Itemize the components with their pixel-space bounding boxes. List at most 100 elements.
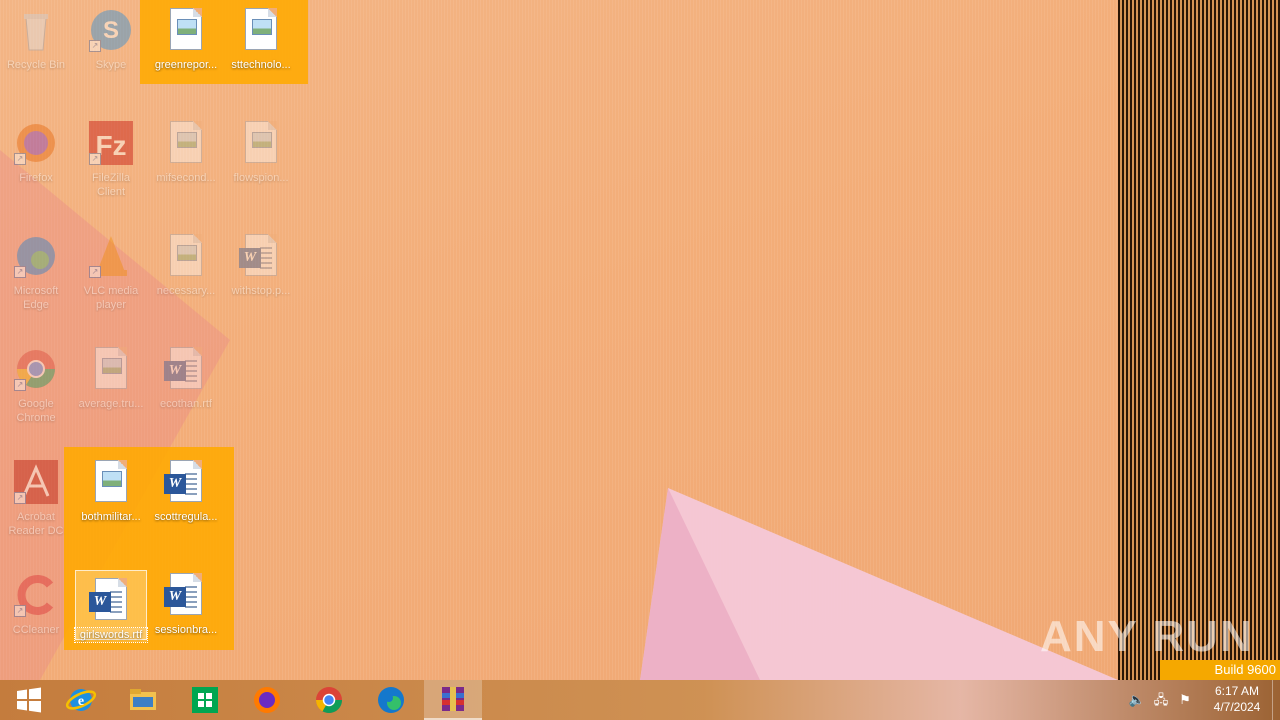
acrobat-icon: ↗: [12, 458, 60, 506]
shortcut-arrow-icon: ↗: [14, 153, 26, 165]
desktop-icon-label: mifsecond...: [156, 172, 216, 184]
desktop-icon-label: Recycle Bin: [6, 59, 66, 71]
image-file-icon: [87, 345, 135, 393]
shortcut-arrow-icon: ↗: [14, 605, 26, 617]
edge-icon: [378, 687, 404, 713]
taskbar-edge[interactable]: [362, 680, 420, 720]
desktop-icon-withstop[interactable]: W withstop.p...: [225, 226, 297, 330]
desktop-icon-skype[interactable]: S ↗ Skype: [75, 0, 147, 104]
firefox-icon: [254, 687, 280, 713]
taskbar-store[interactable]: [176, 680, 234, 720]
taskbar: e 🔈 🖧 ⚑: [0, 680, 1280, 720]
show-desktop-button[interactable]: [1272, 680, 1280, 720]
image-file-icon: [162, 119, 210, 167]
taskbar-internet-explorer[interactable]: e: [52, 680, 110, 720]
desktop-icon-firefox[interactable]: ↗ Firefox: [0, 113, 72, 217]
action-center-flag-icon[interactable]: ⚑: [1176, 691, 1194, 709]
network-icon[interactable]: 🖧: [1152, 691, 1170, 709]
taskbar-firefox[interactable]: [238, 680, 296, 720]
desktop-icon-label: Firefox: [19, 172, 53, 184]
vlc-icon: ↗: [87, 232, 135, 280]
skype-icon: S ↗: [87, 6, 135, 54]
svg-text:e: e: [78, 694, 84, 709]
filezilla-icon: Fz ↗: [87, 119, 135, 167]
chrome-icon: [315, 687, 343, 714]
desktop-icon-label: Google Chrome: [16, 398, 56, 424]
folder-icon: [130, 689, 156, 710]
desktop-icon-sessionbra[interactable]: W sessionbra...: [150, 565, 222, 669]
desktop-icon-bothmilitar[interactable]: bothmilitar...: [75, 452, 147, 556]
desktop-icon-label: VLC media player: [83, 285, 139, 311]
chrome-icon: ↗: [12, 345, 60, 393]
desktop-icon-vlc[interactable]: ↗ VLC media player: [75, 226, 147, 330]
desktop-icon-flowspion[interactable]: flowspion...: [225, 113, 297, 217]
shortcut-arrow-icon: ↗: [14, 492, 26, 504]
anyrun-watermark: ANY RUN: [1040, 612, 1254, 661]
image-file-icon: [237, 119, 285, 167]
word-doc-icon: W: [87, 576, 135, 624]
desktop-icon-recycle-bin[interactable]: Recycle Bin: [0, 0, 72, 104]
desktop-icon-label: average.tru...: [78, 398, 144, 410]
desktop-icon-label: Microsoft Edge: [13, 285, 59, 311]
desktop-icon-greenrepor[interactable]: greenrepor...: [150, 0, 222, 104]
image-file-icon: [237, 6, 285, 54]
desktop-icon-label: CCleaner: [12, 624, 60, 636]
desktop-icon-label: necessary...: [156, 285, 216, 297]
taskbar-winrar[interactable]: [424, 680, 482, 720]
ccleaner-icon: ↗: [12, 571, 60, 619]
windows-logo-icon: [17, 687, 41, 713]
desktop-icon-sttechnolo[interactable]: sttechnolo...: [225, 0, 297, 104]
winrar-icon: [442, 687, 464, 711]
desktop-icon-ecothan[interactable]: W ecothan.rtf: [150, 339, 222, 443]
store-icon: [192, 687, 218, 713]
desktop-icon-acrobat[interactable]: ↗ Acrobat Reader DC: [0, 452, 72, 556]
desktop-icon-label: scottregula...: [154, 511, 218, 523]
desktop-icon-edge[interactable]: ↗ Microsoft Edge: [0, 226, 72, 330]
desktop-icon-chrome[interactable]: ↗ Google Chrome: [0, 339, 72, 443]
shortcut-arrow-icon: ↗: [89, 153, 101, 165]
word-doc-icon: W: [162, 571, 210, 619]
wallpaper-stripe-panel: [1118, 0, 1280, 680]
desktop-icon-necessary[interactable]: necessary...: [150, 226, 222, 330]
word-doc-icon: W: [237, 232, 285, 280]
desktop-icon-label: sttechnolo...: [231, 59, 291, 71]
shortcut-arrow-icon: ↗: [89, 40, 101, 52]
build-badge: Build 9600: [1160, 660, 1280, 680]
desktop-icon-girlswords[interactable]: W girlswords.rtf: [74, 570, 148, 643]
shortcut-arrow-icon: ↗: [14, 379, 26, 391]
ie-icon: e: [65, 689, 97, 711]
word-doc-icon: W: [162, 458, 210, 506]
desktop[interactable]: Recycle Bin S ↗ Skype greenrepor... stte…: [0, 0, 1280, 680]
desktop-icon-ccleaner[interactable]: ↗ CCleaner: [0, 565, 72, 669]
desktop-icon-label: Acrobat Reader DC: [8, 511, 64, 537]
desktop-icon-filezilla[interactable]: Fz ↗ FileZilla Client: [75, 113, 147, 217]
image-file-icon: [87, 458, 135, 506]
desktop-icon-label: bothmilitar...: [81, 511, 141, 523]
desktop-icon-average[interactable]: average.tru...: [75, 339, 147, 443]
desktop-icon-label: girlswords.rtf: [74, 627, 148, 643]
volume-icon[interactable]: 🔈: [1128, 691, 1146, 709]
taskbar-file-explorer[interactable]: [114, 680, 172, 720]
clock-date: 4/7/2024: [1213, 700, 1261, 714]
desktop-icon-label: withstop.p...: [231, 285, 291, 297]
word-doc-icon: W: [162, 345, 210, 393]
desktop-icon-mifsecond[interactable]: mifsecond...: [150, 113, 222, 217]
recycle-bin-icon: [12, 6, 60, 54]
firefox-icon: ↗: [12, 119, 60, 167]
shortcut-arrow-icon: ↗: [89, 266, 101, 278]
desktop-icon-label: greenrepor...: [154, 59, 218, 71]
edge-icon: ↗: [12, 232, 60, 280]
clock-time: 6:17 AM: [1214, 684, 1260, 698]
svg-text:S: S: [103, 17, 119, 44]
desktop-icon-label: Skype: [95, 59, 127, 71]
image-file-icon: [162, 6, 210, 54]
shortcut-arrow-icon: ↗: [14, 266, 26, 278]
start-button[interactable]: [0, 680, 58, 720]
desktop-icon-label: flowspion...: [233, 172, 289, 184]
taskbar-chrome[interactable]: [300, 680, 358, 720]
desktop-icon-scottregula[interactable]: W scottregula...: [150, 452, 222, 556]
taskbar-clock[interactable]: 6:17 AM 4/7/2024: [1204, 683, 1270, 715]
desktop-icon-label: ecothan.rtf: [160, 398, 212, 410]
desktop-icon-label: sessionbra...: [154, 624, 218, 636]
image-file-icon: [162, 232, 210, 280]
